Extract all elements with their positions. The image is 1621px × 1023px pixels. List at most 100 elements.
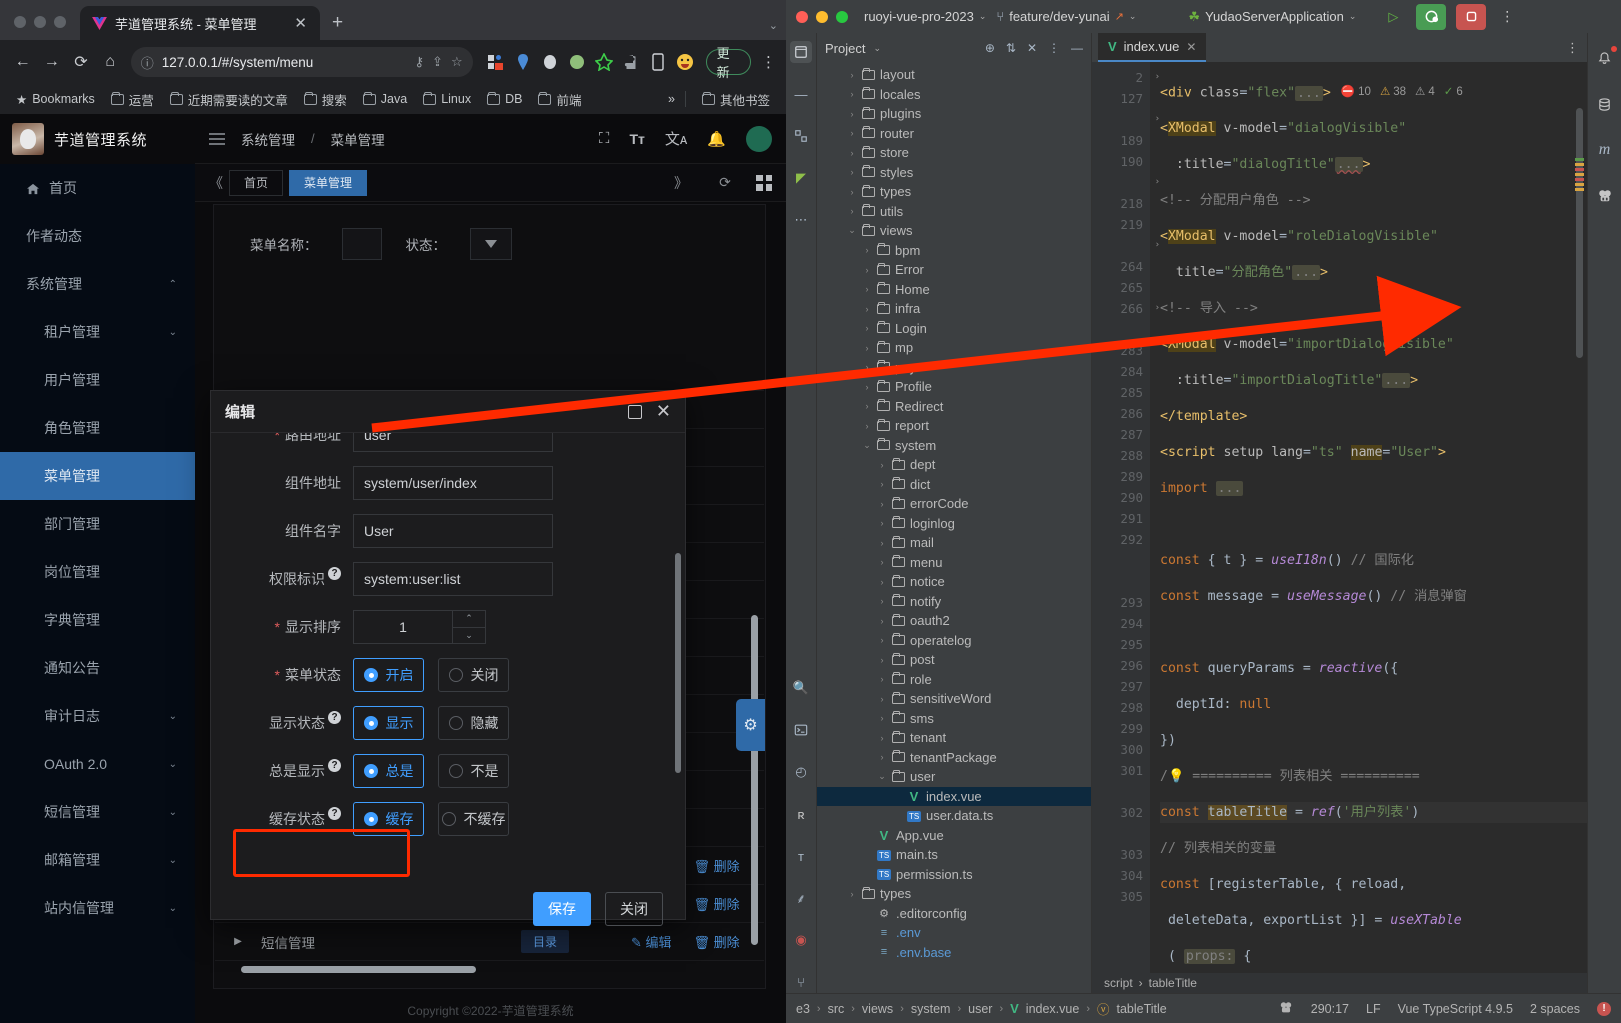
tree-node-tenantPackage[interactable]: ›tenantPackage	[817, 748, 1091, 768]
tree-node-mail[interactable]: ›mail	[817, 533, 1091, 553]
radio-option-1[interactable]: 不是	[438, 754, 509, 788]
reload-button[interactable]: ⟳	[68, 48, 93, 76]
notifications-icon[interactable]	[1594, 47, 1616, 69]
status-path-6[interactable]: tableTitle	[1117, 1002, 1167, 1016]
delete-row-button[interactable]: 🗑 删除	[694, 856, 740, 875]
indent-setting[interactable]: 2 spaces	[1530, 1002, 1580, 1016]
tree-node-Login[interactable]: ›Login	[817, 319, 1091, 339]
window-traffic-lights[interactable]	[0, 16, 80, 40]
radio-option-0[interactable]: 开启	[353, 658, 424, 692]
update-button[interactable]: 更新	[706, 49, 751, 75]
tree-node-index.vue[interactable]: Vindex.vue	[817, 787, 1091, 807]
avatar[interactable]	[746, 126, 772, 152]
tree-node-Redirect[interactable]: ›Redirect	[817, 397, 1091, 417]
radio-option-1[interactable]: 不缓存	[438, 802, 509, 836]
extension-icon-2[interactable]	[514, 53, 532, 71]
delete-row-button[interactable]: 🗑 删除	[694, 894, 740, 913]
tree-node-mp[interactable]: ›mp	[817, 338, 1091, 358]
chevron-right-icon[interactable]: ›	[877, 674, 887, 684]
notifications-bell-icon[interactable]: 🔔	[707, 130, 726, 148]
ide-run-configuration-selector[interactable]: ☘ YudaoServerApplication ⌄	[1188, 9, 1356, 25]
translation-icon[interactable]: ᴛ	[790, 845, 812, 867]
status-path-4[interactable]: user	[968, 1002, 992, 1016]
decrement-button[interactable]: ⌄	[453, 628, 485, 644]
share-icon[interactable]: ⇪	[432, 54, 443, 70]
jetbrains-plugin-icon[interactable]: ◤	[790, 167, 812, 189]
tree-node-post[interactable]: ›post	[817, 650, 1091, 670]
database-icon[interactable]	[1594, 93, 1616, 115]
sidebar-item-6[interactable]: 菜单管理	[0, 452, 195, 500]
extension-icon-1[interactable]	[487, 53, 505, 71]
key-icon[interactable]: ⚷	[415, 54, 425, 70]
vcs-branch-icon[interactable]: ⑂	[790, 971, 812, 993]
table-row[interactable]	[215, 355, 764, 391]
chevron-right-icon[interactable]: ›	[877, 635, 887, 645]
radio-option-0[interactable]: 缓存	[353, 802, 424, 836]
radio-option-0[interactable]: 总是	[353, 754, 424, 788]
sidebar-toggle-button[interactable]	[209, 133, 225, 145]
language-level[interactable]: Vue TypeScript 4.9.5	[1398, 1002, 1513, 1016]
tree-node-user.data.ts[interactable]: TSuser.data.ts	[817, 806, 1091, 826]
chevron-right-icon[interactable]: ›	[862, 343, 872, 353]
forward-button[interactable]: →	[39, 48, 64, 76]
form-input[interactable]: system/user/index	[353, 466, 553, 500]
ide-project-selector[interactable]: ruoyi-vue-pro-2023 ⌄	[864, 9, 986, 24]
extension-icon-4[interactable]	[568, 53, 586, 71]
font-size-icon[interactable]: Tт	[629, 131, 644, 147]
project-panel-title[interactable]: Project	[825, 41, 865, 56]
ide-maximize-button[interactable]	[836, 11, 848, 23]
delete-row-button[interactable]: 🗑 删除	[694, 932, 740, 951]
tag-scroll-right-button[interactable]: 》	[668, 173, 694, 193]
form-input[interactable]: system:user:list	[353, 562, 553, 596]
chevron-down-icon[interactable]: ⌄	[877, 771, 887, 782]
chevron-right-icon[interactable]: ›	[862, 401, 872, 411]
bookmark-folder-6[interactable]: 前端	[532, 88, 587, 111]
tree-node-menu[interactable]: ›menu	[817, 553, 1091, 573]
language-icon[interactable]: 文ᴀ	[665, 128, 687, 149]
chevron-right-icon[interactable]: ›	[847, 206, 857, 216]
chevron-right-icon[interactable]: ›	[862, 323, 872, 333]
sidebar-item-1[interactable]: 作者动态	[0, 212, 195, 260]
structure-toolwindow-icon[interactable]	[790, 125, 812, 147]
close-window-button[interactable]	[14, 16, 26, 28]
help-icon[interactable]: ?	[328, 711, 341, 724]
tree-node-user[interactable]: ⌄user	[817, 767, 1091, 787]
form-input[interactable]: User	[353, 514, 553, 548]
breadcrumb-symbol[interactable]: tableTitle	[1149, 976, 1197, 990]
maven-icon[interactable]: m	[1594, 139, 1616, 161]
device-icon[interactable]	[649, 53, 667, 71]
chevron-right-icon[interactable]: ›	[877, 577, 887, 587]
order-number-input[interactable]: 1⌃⌄	[353, 610, 486, 644]
chevron-down-icon[interactable]: ⌄	[847, 225, 857, 236]
sidebar-item-4[interactable]: 用户管理	[0, 356, 195, 404]
number-steppers[interactable]: ⌃⌄	[452, 611, 485, 643]
jrebel-icon[interactable]: ʀ	[790, 803, 812, 825]
tree-node-notice[interactable]: ›notice	[817, 572, 1091, 592]
line-separator[interactable]: LF	[1366, 1002, 1381, 1016]
chevron-right-icon[interactable]: ›	[862, 362, 872, 372]
chevron-right-icon[interactable]: ›	[862, 382, 872, 392]
minimize-window-button[interactable]	[34, 16, 46, 28]
tab-list-chevron-down-icon[interactable]: ⌄	[769, 19, 778, 32]
chevron-right-icon[interactable]: ›	[877, 713, 887, 723]
terminal-icon[interactable]	[790, 719, 812, 741]
tree-node-notify[interactable]: ›notify	[817, 592, 1091, 612]
chevron-right-icon[interactable]: ›	[877, 596, 887, 606]
locate-file-icon[interactable]: ⊕	[985, 41, 995, 55]
app-brand[interactable]: 芋道管理系统	[0, 114, 195, 164]
status-path-5[interactable]: index.vue	[1026, 1002, 1080, 1016]
chevron-right-icon[interactable]: ›	[847, 89, 857, 99]
tree-node-pay[interactable]: ›pay	[817, 358, 1091, 378]
chevron-down-icon[interactable]: ⌄	[862, 440, 872, 451]
bookmark-star-icon[interactable]: ☆	[451, 54, 463, 70]
ide-minimize-button[interactable]	[816, 11, 828, 23]
chevron-right-icon[interactable]: ›	[862, 245, 872, 255]
tree-node-layout[interactable]: ›layout	[817, 65, 1091, 85]
site-info-icon[interactable]: ⓘ	[141, 53, 154, 72]
chevron-right-icon[interactable]: ›	[847, 70, 857, 80]
tree-node-store[interactable]: ›store	[817, 143, 1091, 163]
tree-node-plugins[interactable]: ›plugins	[817, 104, 1091, 124]
dialog-scrollbar-thumb[interactable]	[675, 553, 681, 773]
sidebar-item-14[interactable]: 邮箱管理⌄	[0, 836, 195, 884]
tree-node-styles[interactable]: ›styles	[817, 163, 1091, 183]
